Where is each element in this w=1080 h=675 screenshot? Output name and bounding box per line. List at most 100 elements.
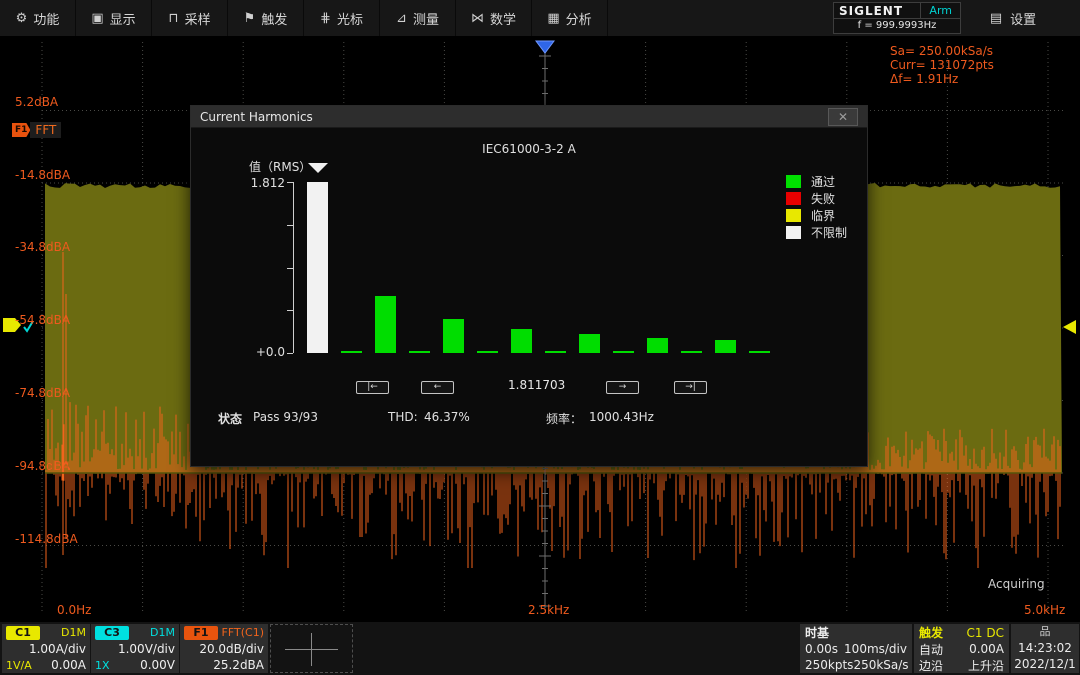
clock-box[interactable]: 品 14:23:02 2022/12/1 — [1011, 624, 1079, 673]
f1-channel-badge: F1 — [184, 626, 218, 640]
coupling-label: D1M — [150, 626, 175, 639]
trigger-position-marker[interactable] — [536, 41, 554, 53]
settings-label: 设置 — [1010, 9, 1036, 28]
timebase-box[interactable]: 时基 0.00s 100ms/div 250kpts 250kSa/s — [800, 624, 912, 673]
freq-label-center: 2.5kHz — [528, 603, 569, 617]
harmonic-bar-11[interactable] — [647, 338, 668, 353]
harmonic-bar-3[interactable] — [375, 296, 396, 353]
menu-item-5[interactable]: ⊿测量 — [380, 0, 456, 36]
legend: 通过失败临界不限制 — [786, 173, 847, 241]
crosshair-icon — [285, 649, 338, 650]
trigger-level-marker[interactable] — [1063, 320, 1076, 334]
selected-harmonic-marker[interactable] — [308, 163, 328, 173]
freq-meas-value: 1000.43Hz — [589, 410, 654, 424]
next-harmonic-button[interactable]: → — [606, 381, 639, 394]
menu-item-7[interactable]: ▦分析 — [532, 0, 608, 36]
harmonic-bar-6[interactable] — [477, 351, 498, 353]
legend-item-0: 通过 — [786, 173, 847, 190]
network-icon: 品 — [1011, 624, 1079, 640]
channel-box-c1[interactable]: C1D1M1.00A/div1V/A0.00A — [2, 624, 90, 673]
channel-box-c3[interactable]: C3D1M1.00V/div1X0.00V — [91, 624, 179, 673]
f1-badge: F1 — [12, 123, 30, 137]
legend-label: 失败 — [811, 190, 835, 207]
acquiring-status: Acquiring — [988, 577, 1045, 591]
channel-scale: 1.00A/div — [6, 642, 86, 656]
y-axis-title: 值（RMS） — [249, 158, 311, 175]
y-min-label: +0.0 — [256, 345, 285, 359]
settings-icon: ▤ — [990, 11, 1002, 26]
harmonic-bar-4[interactable] — [409, 351, 430, 353]
dialog-title: Current Harmonics — [200, 110, 313, 124]
f1-offset: 25.2dBA — [213, 658, 264, 672]
timebase-rate: 250kSa/s — [853, 658, 908, 672]
legend-label: 不限制 — [811, 224, 847, 241]
harmonic-bar-1[interactable] — [307, 182, 328, 353]
close-icon[interactable]: ✕ — [828, 108, 858, 126]
channel-offset: 0.00A — [51, 658, 86, 672]
arm-status: Arm — [920, 3, 960, 19]
harmonic-bar-10[interactable] — [613, 351, 634, 353]
brand-box: SIGLENT Arm f = 999.9993Hz — [833, 2, 961, 34]
legend-item-1: 失败 — [786, 190, 847, 207]
harmonic-bar-5[interactable] — [443, 319, 464, 353]
harmonic-bar-8[interactable] — [545, 351, 566, 353]
probe-label: 1X — [95, 659, 110, 672]
freq-meas-label: 频率： — [546, 410, 582, 427]
harmonic-bar-7[interactable] — [511, 329, 532, 353]
delta-f: Δf= 1.91Hz — [890, 72, 994, 86]
db-label-6: -114.8dBA — [15, 533, 78, 546]
fft-trace-tag[interactable]: F1 FFT — [12, 122, 61, 138]
freq-label-left: 0.0Hz — [57, 603, 91, 617]
channel-box-f1[interactable]: F1 FFT(C1) 20.0dB/div 25.2dBA — [180, 624, 268, 673]
math-icon: ⋈ — [471, 11, 484, 26]
timebase-scale: 100ms/div — [844, 642, 907, 656]
prev-harmonic-button[interactable]: ← — [421, 381, 454, 394]
menu-item-0[interactable]: ⚙功能 — [0, 0, 76, 36]
y-max-label: 1.812 — [251, 176, 285, 190]
thd-label: THD: — [388, 410, 418, 424]
gear-icon: ⚙ — [16, 11, 28, 26]
clock-date: 2022/12/1 — [1011, 656, 1079, 672]
c1-channel-badge: C1 — [6, 626, 40, 640]
harmonic-bar-14[interactable] — [749, 351, 770, 353]
db-label-3: -54.8dBA — [15, 314, 70, 327]
harmonic-bar-9[interactable] — [579, 334, 600, 353]
acquisition-readout: Sa= 250.00kSa/s Curr= 131072pts Δf= 1.91… — [890, 44, 994, 86]
oscilloscope-screen: ⚙功能▣显示⊓采样⚑触发⋕光标⊿测量⋈数学▦分析 SIGLENT Arm f =… — [0, 0, 1080, 675]
db-label-4: -74.8dBA — [15, 387, 70, 400]
analysis-icon: ▦ — [547, 11, 559, 26]
sample-rate: Sa= 250.00kSa/s — [890, 44, 994, 58]
harmonic-bar-13[interactable] — [715, 340, 736, 353]
fft-label: FFT — [30, 122, 61, 138]
status-label: 状态 — [218, 410, 242, 427]
trigger-slope: 上升沿 — [968, 657, 1004, 674]
last-harmonic-button[interactable]: →| — [674, 381, 707, 394]
f1-source: FFT(C1) — [222, 626, 264, 639]
menu-item-1[interactable]: ▣显示 — [76, 0, 152, 36]
first-harmonic-button[interactable]: |← — [356, 381, 389, 394]
db-label-5: -94.8dBA — [15, 460, 70, 473]
add-channel-box[interactable] — [270, 624, 353, 673]
clock-time: 14:23:02 — [1011, 640, 1079, 656]
legend-swatch — [786, 175, 801, 188]
harmonic-bar-12[interactable] — [681, 351, 702, 353]
menu-item-3[interactable]: ⚑触发 — [228, 0, 304, 36]
timebase-title: 时基 — [805, 624, 829, 641]
measure-icon: ⊿ — [396, 11, 407, 26]
menu-item-4[interactable]: ⋕光标 — [304, 0, 380, 36]
legend-swatch — [786, 226, 801, 239]
legend-item-2: 临界 — [786, 207, 847, 224]
trigger-mode: 自动 — [919, 641, 943, 658]
channel-scale: 1.00V/div — [95, 642, 175, 656]
legend-swatch — [786, 209, 801, 222]
waveform-area[interactable]: 5.2dBA-14.8dBA-34.8dBA-54.8dBA-74.8dBA-9… — [0, 36, 1080, 622]
menu-item-6[interactable]: ⋈数学 — [456, 0, 532, 36]
trigger-box[interactable]: 触发 C1 DC 自动 0.00A 边沿 上升沿 — [914, 624, 1009, 673]
sample-icon: ⊓ — [168, 11, 178, 26]
standard-label: IEC61000-3-2 A — [191, 142, 867, 156]
dialog-titlebar[interactable]: Current Harmonics ✕ — [191, 106, 867, 128]
harmonic-bar-2[interactable] — [341, 351, 362, 353]
menu-item-2[interactable]: ⊓采样 — [152, 0, 228, 36]
settings-button[interactable]: ▤ 设置 — [968, 0, 1058, 36]
trigger-level: 0.00A — [969, 642, 1004, 656]
